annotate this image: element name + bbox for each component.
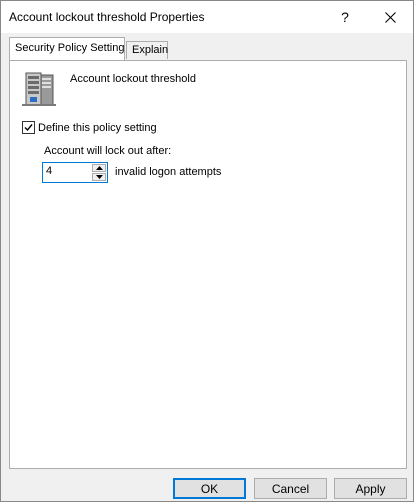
help-icon: ? bbox=[341, 9, 349, 25]
define-policy-label: Define this policy setting bbox=[38, 121, 157, 134]
tab-security-policy-setting[interactable]: Security Policy Setting bbox=[9, 37, 125, 60]
chevron-up-icon bbox=[95, 166, 103, 170]
server-policy-icon bbox=[22, 72, 56, 106]
tab-panel: Account lockout threshold Define this po… bbox=[9, 60, 407, 469]
increment-button[interactable] bbox=[92, 164, 106, 172]
close-icon bbox=[384, 11, 396, 23]
threshold-stepper[interactable]: 4 bbox=[42, 162, 108, 183]
chevron-down-icon bbox=[95, 175, 103, 179]
threshold-value[interactable]: 4 bbox=[46, 165, 52, 177]
define-policy-checkbox[interactable] bbox=[22, 121, 35, 134]
unit-label: invalid logon attempts bbox=[115, 166, 222, 178]
dialog-window: Account lockout threshold Properties ? S… bbox=[0, 0, 414, 502]
window-title: Account lockout threshold Properties bbox=[9, 10, 205, 24]
cancel-button[interactable]: Cancel bbox=[254, 478, 327, 499]
apply-button[interactable]: Apply bbox=[334, 478, 407, 499]
policy-name: Account lockout threshold bbox=[70, 73, 196, 85]
ok-button[interactable]: OK bbox=[173, 478, 246, 499]
lockout-label: Account will lock out after: bbox=[44, 145, 172, 157]
close-button[interactable] bbox=[367, 1, 413, 33]
checkmark-icon bbox=[24, 124, 33, 132]
define-policy-checkbox-row[interactable]: Define this policy setting bbox=[22, 121, 157, 134]
tab-label: Security Policy Setting bbox=[15, 42, 125, 54]
title-bar: Account lockout threshold Properties ? bbox=[1, 1, 413, 33]
decrement-button[interactable] bbox=[92, 173, 106, 181]
help-button[interactable]: ? bbox=[322, 1, 368, 33]
tab-label: Explain bbox=[132, 44, 169, 56]
tab-explain[interactable]: Explain bbox=[126, 41, 168, 59]
